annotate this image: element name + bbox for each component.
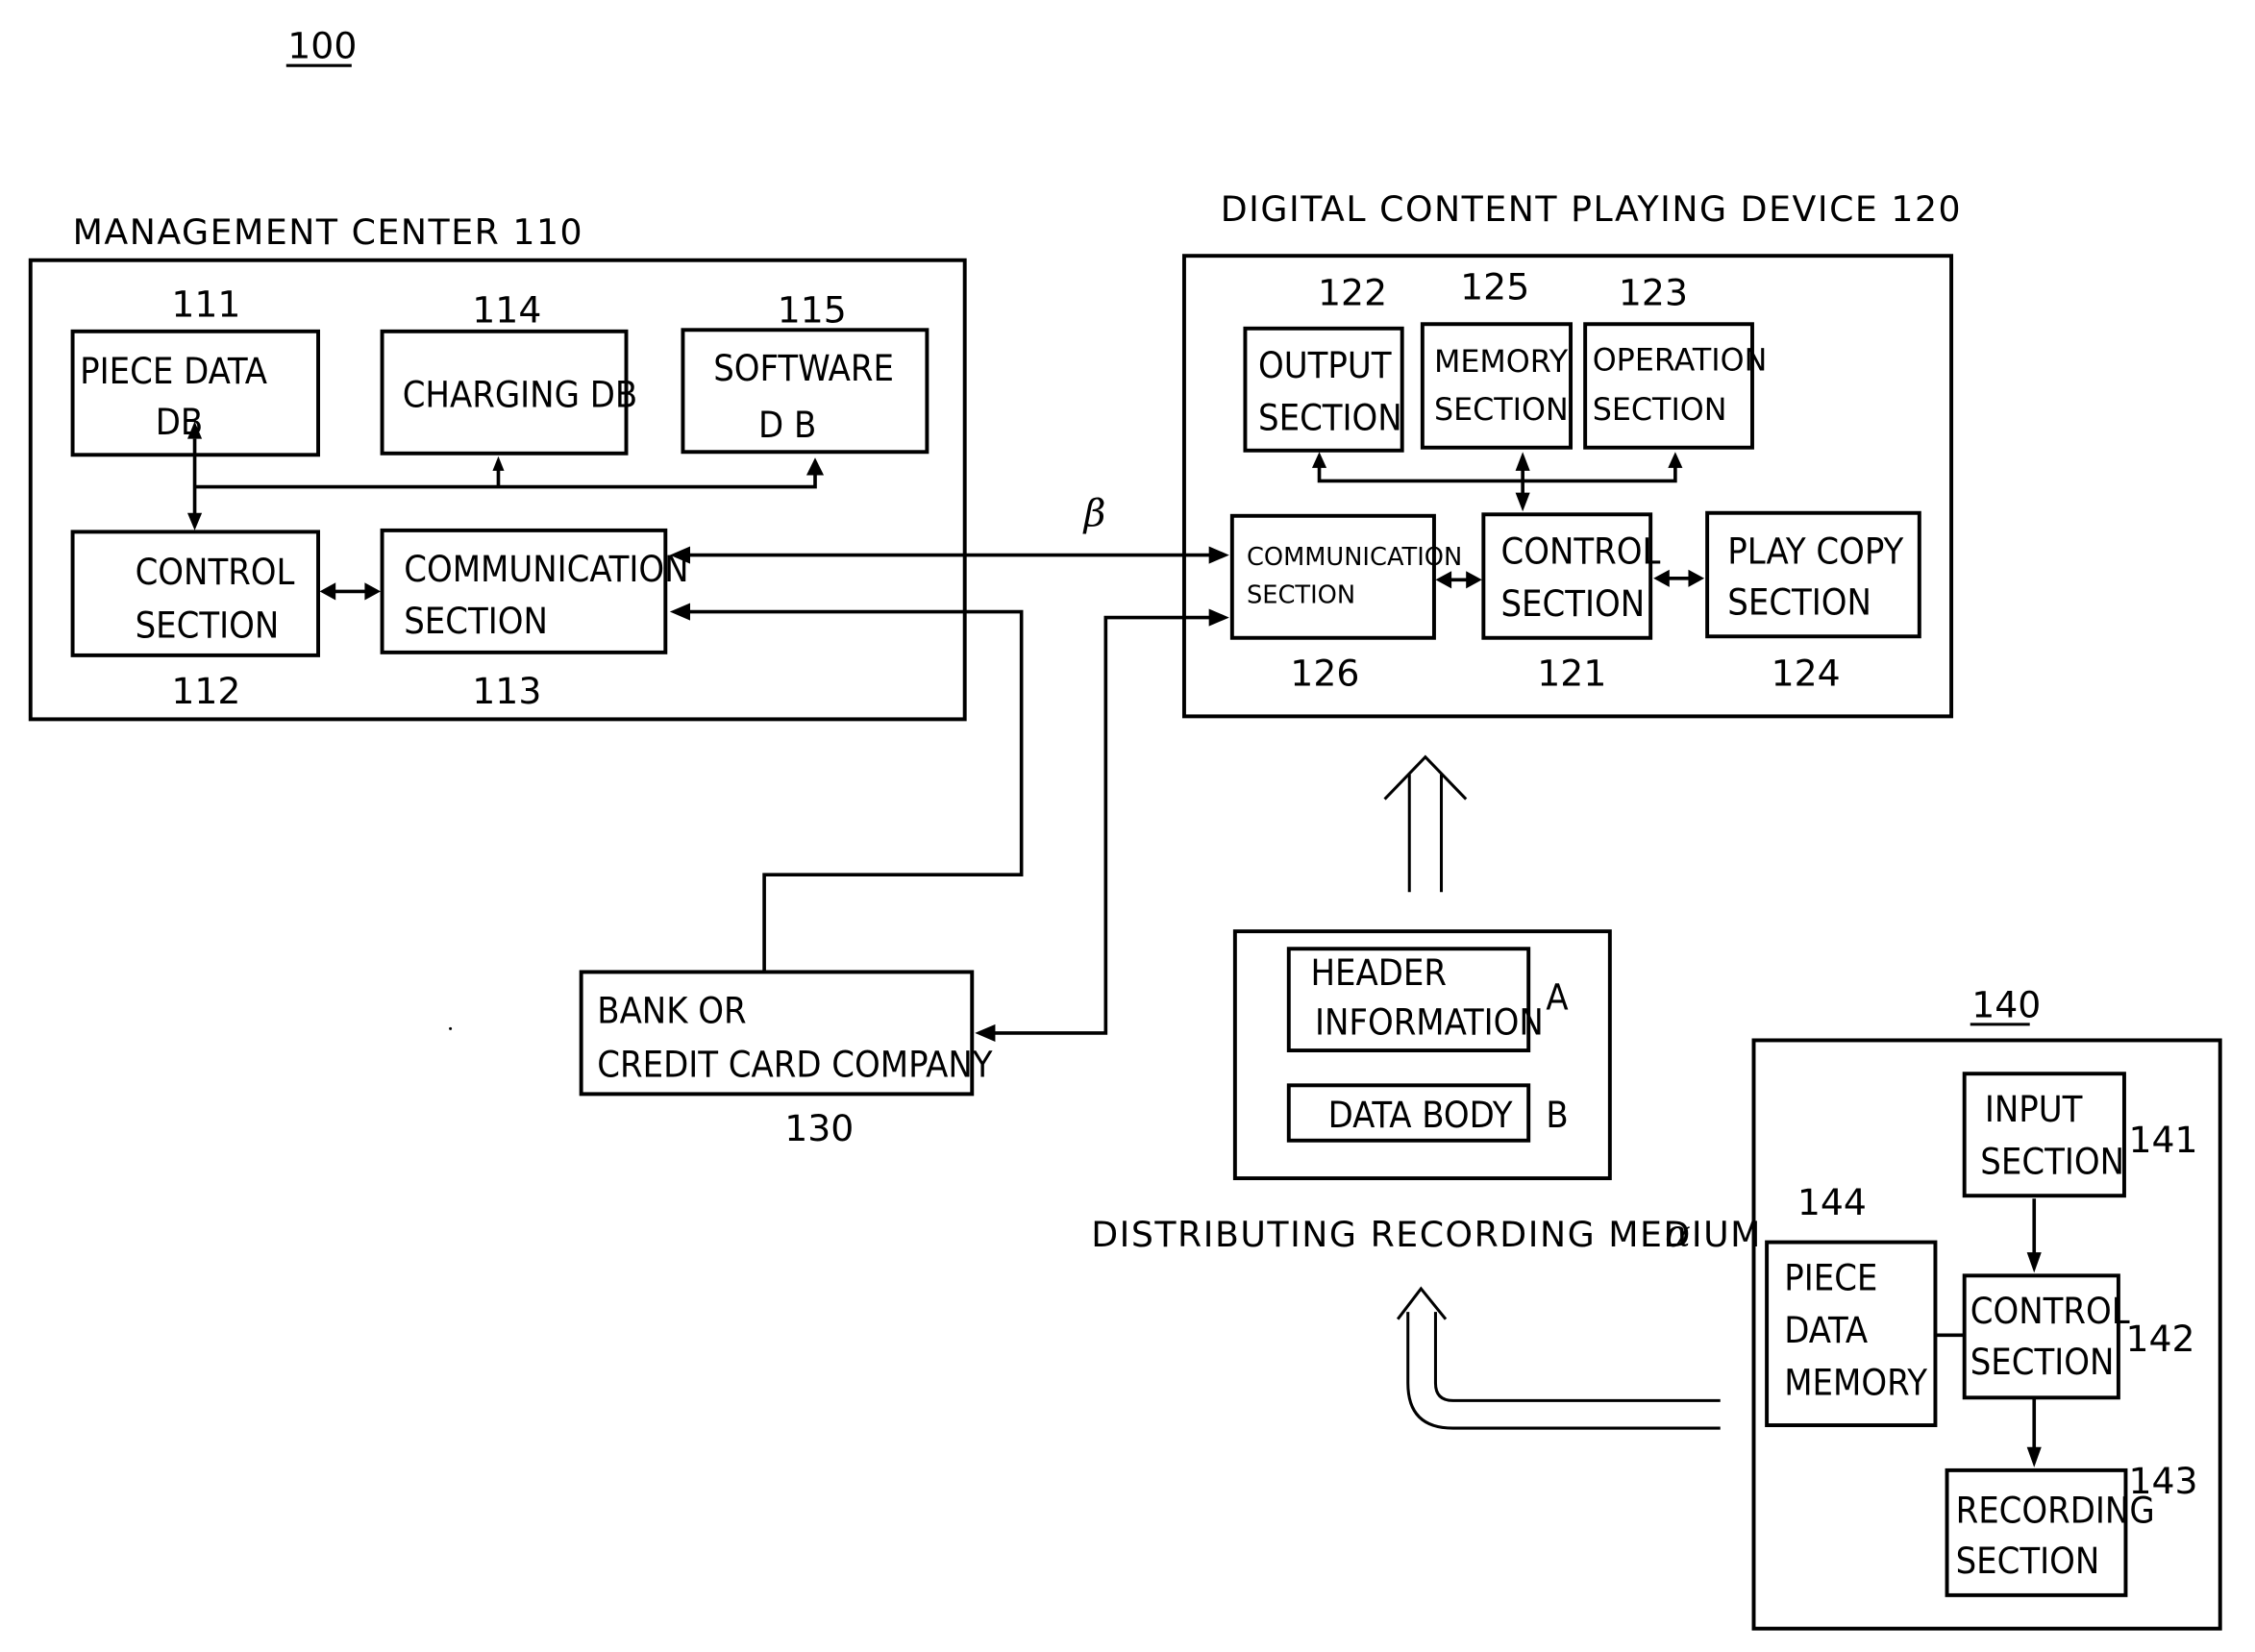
bank-or-credit-card-company[interactable]: BANK OR CREDIT CARD COMPANY 130 <box>579 970 993 1149</box>
operation-section-label-2: SECTION <box>1593 393 1727 428</box>
operation-section-label-1: OPERATION <box>1593 344 1768 379</box>
memory-section-box[interactable] <box>1420 322 1574 450</box>
device-to-bank-connector <box>975 608 1229 1042</box>
input-section-label-1: INPUT <box>1985 1088 2083 1130</box>
software-db-label-1: SOFTWARE <box>713 347 894 389</box>
device-communication-section-label-1: COMMUNICATION <box>1247 543 1462 572</box>
recording-section-label-1: RECORDING <box>1956 1489 2155 1531</box>
control-to-recording-arrow <box>2026 1397 2042 1467</box>
mc-control-section-ref: 112 <box>171 670 240 712</box>
software-db-ref: 115 <box>778 289 847 332</box>
mc-communication-section-label-2: SECTION <box>404 600 548 642</box>
play-copy-section[interactable]: PLAY COPY SECTION 124 <box>1705 510 1921 695</box>
input-section[interactable]: INPUT SECTION 141 <box>1962 1072 2198 1198</box>
piece-data-memory-ref: 144 <box>1797 1181 1867 1223</box>
operation-section-ref: 123 <box>1619 272 1688 314</box>
beta-label: β <box>1082 492 1106 535</box>
play-copy-section-ref: 124 <box>1772 653 1841 695</box>
management-center-title: MANAGEMENT CENTER 110 <box>73 211 584 253</box>
medium-to-device-arrow <box>1383 754 1468 893</box>
input-section-label-2: SECTION <box>1980 1141 2124 1183</box>
piece-data-db-ref: 111 <box>171 284 240 326</box>
system-diagram: 100 MANAGEMENT CENTER 110 111 PIECE DATA… <box>28 25 2222 1631</box>
distributing-recording-medium: HEADER INFORMATION A DATA BODY B DISTRIB… <box>1091 929 1762 1256</box>
device-control-section-label-1: CONTROL <box>1500 530 1660 573</box>
bank-ref: 130 <box>784 1107 854 1149</box>
beta-link: β <box>669 492 1229 564</box>
recorder-control-section[interactable]: CONTROL SECTION 142 <box>1962 1273 2195 1400</box>
recorder-control-section-label-2: SECTION <box>1970 1341 2115 1383</box>
device-control-section-label-2: SECTION <box>1500 582 1645 625</box>
recorder-control-section-ref: 142 <box>2125 1318 2194 1360</box>
mc-control-comm-arrow <box>319 582 382 601</box>
device-control-section-ref: 121 <box>1537 653 1606 695</box>
device-communication-section-ref: 126 <box>1290 653 1359 695</box>
header-information-label-1: HEADER <box>1310 951 1447 994</box>
data-body[interactable]: DATA BODY B <box>1286 1083 1569 1143</box>
play-copy-section-label-2: SECTION <box>1727 581 1871 624</box>
data-body-label: DATA BODY <box>1328 1094 1513 1136</box>
output-section-label-2: SECTION <box>1258 397 1402 439</box>
memory-section[interactable]: 125 MEMORY SECTION <box>1420 266 1574 450</box>
db-bus-connector <box>186 421 825 530</box>
software-db[interactable]: 115 SOFTWARE D B <box>681 289 929 455</box>
header-information-label-2: INFORMATION <box>1315 1000 1544 1043</box>
playing-device-title: DIGITAL CONTENT PLAYING DEVICE 120 <box>1221 188 1962 230</box>
mc-control-section[interactable]: CONTROL SECTION 112 <box>70 530 321 712</box>
header-information-tag: A <box>1546 976 1568 1019</box>
play-copy-section-label-1: PLAY COPY <box>1727 530 1903 573</box>
bank-to-mc-connector <box>669 603 1024 971</box>
device-communication-section-box[interactable] <box>1229 513 1436 640</box>
recorder-to-medium-arrow <box>1396 1286 1721 1430</box>
device-communication-section[interactable]: COMMUNICATION SECTION 126 <box>1229 513 1462 695</box>
header-information[interactable]: HEADER INFORMATION A <box>1286 947 1569 1053</box>
bank-label-1: BANK OR <box>597 989 746 1031</box>
recording-section[interactable]: RECORDING SECTION 143 <box>1945 1460 2198 1597</box>
charging-db[interactable]: 114 CHARGING DB <box>380 289 638 456</box>
device-communication-section-label-2: SECTION <box>1247 580 1355 609</box>
mc-communication-section-label-1: COMMUNICATION <box>404 548 688 590</box>
mc-control-section-label-1: CONTROL <box>136 551 295 593</box>
software-db-label-2: D B <box>758 404 816 446</box>
data-body-tag: B <box>1546 1094 1568 1136</box>
piece-data-db-label-1: PIECE DATA <box>80 350 267 392</box>
recording-section-label-2: SECTION <box>1956 1540 2100 1582</box>
mc-communication-section-ref: 113 <box>472 670 541 712</box>
output-section[interactable]: 122 OUTPUT SECTION <box>1243 272 1404 453</box>
mc-communication-section[interactable]: COMMUNICATION SECTION 113 <box>380 528 689 712</box>
device-comm-control-arrow <box>1435 571 1482 589</box>
memory-section-label-2: SECTION <box>1434 393 1569 428</box>
recording-medium-symbol: α <box>1665 1213 1691 1256</box>
charging-db-ref: 114 <box>472 289 541 332</box>
device-control-playcopy-arrow <box>1653 569 1705 587</box>
input-to-control-arrow <box>2026 1198 2042 1273</box>
management-center: MANAGEMENT CENTER 110 111 PIECE DATA DB … <box>28 211 967 722</box>
recording-section-ref: 143 <box>2128 1460 2197 1502</box>
bank-label-2: CREDIT CARD COMPANY <box>597 1043 993 1085</box>
memory-section-ref: 125 <box>1460 266 1529 308</box>
scan-speck <box>449 1026 453 1030</box>
recorder-ref: 140 <box>1971 983 2041 1025</box>
piece-data-memory-label-2: DATA <box>1784 1309 1868 1351</box>
piece-data-memory-label-1: PIECE <box>1784 1256 1877 1298</box>
output-section-label-1: OUTPUT <box>1258 344 1392 386</box>
recorder-140: 140 INPUT SECTION 141 144 PIECE DATA MEM… <box>1751 983 2222 1631</box>
recorder-control-section-label-1: CONTROL <box>1970 1290 2130 1332</box>
device-control-section[interactable]: CONTROL SECTION 121 <box>1481 512 1660 695</box>
device-top-bus <box>1311 452 1683 512</box>
output-section-ref: 122 <box>1318 272 1387 314</box>
operation-section-box[interactable] <box>1583 322 1754 450</box>
mc-control-section-label-2: SECTION <box>136 604 280 647</box>
figure-ref: 100 <box>287 25 357 67</box>
charging-db-label: CHARGING DB <box>403 373 637 415</box>
input-section-ref: 141 <box>2128 1119 2197 1161</box>
memory-section-label-1: MEMORY <box>1434 345 1569 380</box>
digital-content-playing-device: DIGITAL CONTENT PLAYING DEVICE 120 122 O… <box>1181 188 1962 719</box>
piece-data-memory[interactable]: 144 PIECE DATA MEMORY <box>1765 1181 1938 1427</box>
recording-medium-caption: DISTRIBUTING RECORDING MEDIUM <box>1091 1214 1762 1255</box>
operation-section[interactable]: 123 OPERATION SECTION <box>1583 272 1768 450</box>
piece-data-memory-label-3: MEMORY <box>1784 1361 1927 1403</box>
